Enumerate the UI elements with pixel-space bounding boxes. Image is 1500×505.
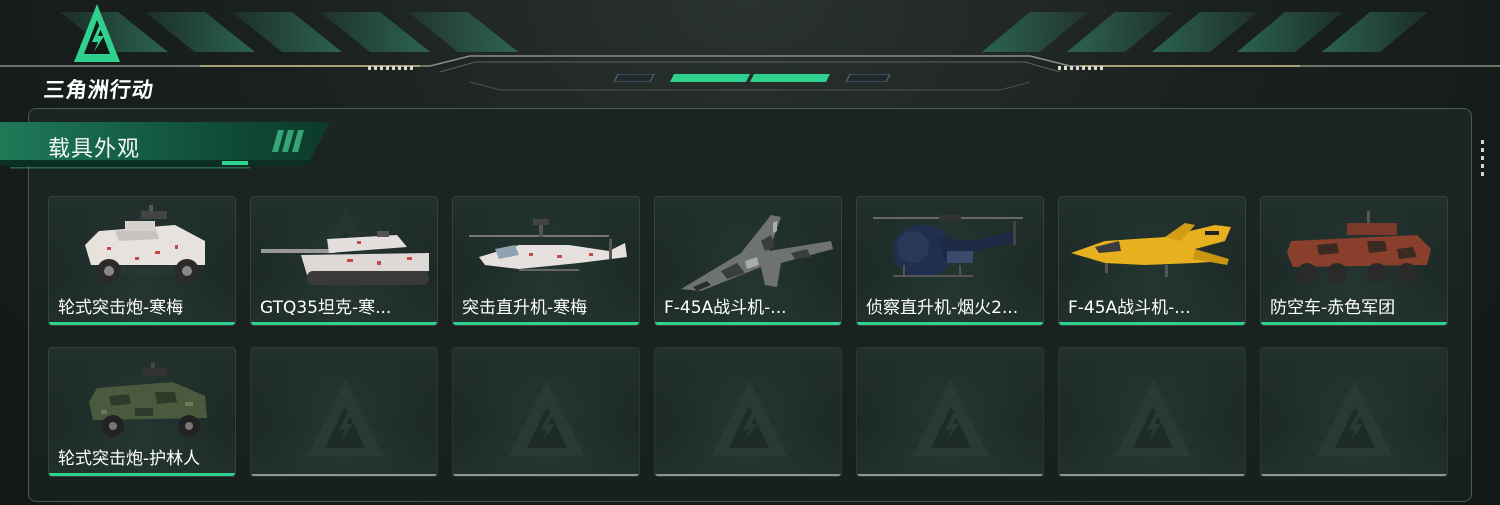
vehicle-card[interactable]: 轮式突击炮-寒梅	[48, 196, 236, 326]
watermark-logo-icon	[1317, 380, 1393, 456]
vehicle-label: F-45A战斗机-...	[1068, 298, 1191, 318]
card-underline	[857, 474, 1043, 476]
card-underline	[49, 322, 235, 325]
watermark-logo-icon	[509, 380, 585, 456]
empty-slot	[856, 347, 1044, 477]
card-underline	[655, 474, 841, 476]
anti-air-vehicle-icon	[1287, 211, 1431, 283]
empty-slot	[1058, 347, 1246, 477]
vehicle-card[interactable]: F-45A战斗机-...	[1058, 196, 1246, 326]
vehicle-card[interactable]: GTQ35坦克-寒...	[250, 196, 438, 326]
armored-car-icon	[89, 362, 207, 437]
armored-car-icon	[85, 205, 205, 283]
card-underline	[655, 322, 841, 325]
card-underline	[1261, 322, 1447, 325]
top-header: 三角洲行动	[0, 0, 1500, 108]
vehicle-label: F-45A战斗机-...	[664, 298, 787, 318]
card-underline	[251, 322, 437, 325]
card-underline	[1059, 474, 1245, 476]
watermark-logo-icon	[913, 380, 989, 456]
watermark-logo-icon	[711, 380, 787, 456]
vehicle-skins-screen: 三角洲行动 载具外观 轮式突击炮-寒梅 GTQ35坦克-寒... 突击直升机-寒…	[0, 0, 1500, 505]
vehicle-label: 防空车-赤色军团	[1270, 298, 1396, 318]
card-underline	[1059, 322, 1245, 325]
fighter-jet-icon	[1071, 223, 1231, 277]
card-underline	[251, 474, 437, 476]
vehicle-card[interactable]: 防空车-赤色军团	[1260, 196, 1448, 326]
vehicle-grid: 轮式突击炮-寒梅 GTQ35坦克-寒... 突击直升机-寒梅 F-45A战斗机-…	[48, 196, 1448, 477]
delta-force-logo-icon	[74, 4, 120, 62]
vehicle-label: 突击直升机-寒梅	[462, 298, 588, 318]
section-title: 载具外观	[48, 137, 141, 162]
empty-slot	[452, 347, 640, 477]
card-underline	[453, 474, 639, 476]
vehicle-label: GTQ35坦克-寒...	[260, 298, 392, 318]
scout-helicopter-icon	[873, 215, 1023, 277]
page-indicator	[614, 74, 890, 82]
vehicle-card[interactable]: F-45A战斗机-...	[654, 196, 842, 326]
empty-slot	[654, 347, 842, 477]
panel-scroll-dots	[1481, 140, 1484, 176]
empty-slot	[250, 347, 438, 477]
card-underline	[1261, 474, 1447, 476]
attack-helicopter-icon	[469, 219, 627, 271]
card-underline	[857, 322, 1043, 325]
vehicle-label: 轮式突击炮-寒梅	[58, 298, 184, 318]
vehicle-label: 侦察直升机-烟火2...	[866, 298, 1019, 318]
vehicle-card[interactable]: 轮式突击炮-护林人	[48, 347, 236, 477]
watermark-logo-icon	[1115, 380, 1191, 456]
fighter-jet-icon	[681, 215, 833, 291]
vehicle-label: 轮式突击炮-护林人	[58, 449, 201, 469]
game-logo-text: 三角洲行动	[42, 78, 156, 102]
tank-icon	[261, 231, 429, 285]
vehicle-card[interactable]: 侦察直升机-烟火2...	[856, 196, 1044, 326]
card-underline	[49, 473, 235, 476]
card-underline	[453, 322, 639, 325]
vehicle-card[interactable]: 突击直升机-寒梅	[452, 196, 640, 326]
watermark-logo-icon	[307, 380, 383, 456]
header-frame	[0, 12, 1500, 91]
empty-slot	[1260, 347, 1448, 477]
